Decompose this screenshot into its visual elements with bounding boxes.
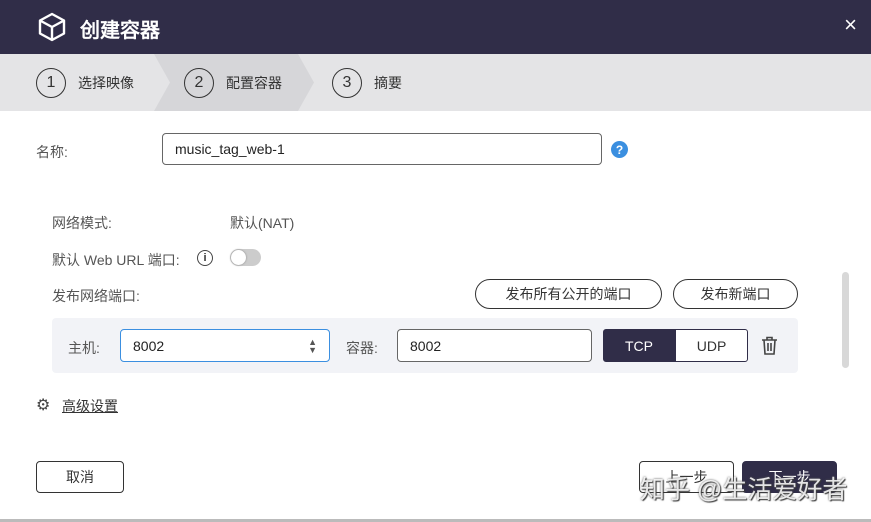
container-label: 容器: bbox=[346, 340, 378, 356]
host-port-input[interactable]: 8002 ▲ ▼ bbox=[120, 329, 330, 362]
web-url-port-label: 默认 Web URL 端口: bbox=[52, 252, 180, 268]
web-url-port-toggle[interactable] bbox=[230, 249, 261, 266]
trash-icon[interactable] bbox=[761, 336, 778, 355]
network-mode-value: 默认(NAT) bbox=[230, 215, 295, 231]
tcp-button[interactable]: TCP bbox=[603, 329, 675, 362]
step-number: 2 bbox=[184, 68, 214, 98]
close-icon[interactable]: × bbox=[844, 12, 857, 38]
container-port-input[interactable]: 8002 bbox=[397, 329, 592, 362]
name-label: 名称: bbox=[36, 144, 68, 160]
publish-ports-label: 发布网络端口: bbox=[52, 288, 140, 304]
step-label: 配置容器 bbox=[226, 74, 282, 91]
dialog-title: 创建容器 bbox=[80, 20, 160, 42]
host-label: 主机: bbox=[68, 340, 100, 356]
info-icon[interactable]: i bbox=[197, 250, 213, 266]
step-number: 1 bbox=[36, 67, 66, 98]
scrollbar[interactable] bbox=[842, 272, 849, 368]
watermark: 知乎 @生活爱好者 bbox=[640, 476, 848, 504]
host-port-value: 8002 bbox=[133, 337, 165, 354]
advanced-settings-link[interactable]: 高级设置 bbox=[62, 396, 118, 416]
step-number: 3 bbox=[332, 67, 362, 98]
gear-icon[interactable]: ⚙ bbox=[36, 395, 50, 415]
publish-all-ports-button[interactable]: 发布所有公开的端口 bbox=[475, 279, 662, 309]
step-summary: 3 摘要 bbox=[332, 54, 402, 111]
help-icon[interactable]: ? bbox=[611, 141, 628, 158]
udp-button[interactable]: UDP bbox=[675, 329, 748, 362]
publish-new-port-button[interactable]: 发布新端口 bbox=[673, 279, 798, 309]
wizard-steps: 1 选择映像 2 配置容器 3 摘要 bbox=[0, 54, 871, 111]
step-select-image: 1 选择映像 bbox=[36, 54, 134, 111]
name-input[interactable]: music_tag_web-1 bbox=[162, 133, 602, 165]
step-label: 选择映像 bbox=[78, 74, 134, 91]
container-cube-icon bbox=[38, 12, 66, 42]
spinner-icon[interactable]: ▲ ▼ bbox=[308, 337, 317, 354]
step-configure-container: 2 配置容器 bbox=[154, 54, 314, 111]
title-bar: 创建容器 × bbox=[0, 0, 871, 54]
network-mode-label: 网络模式: bbox=[52, 215, 112, 231]
cancel-button[interactable]: 取消 bbox=[36, 461, 124, 493]
step-label: 摘要 bbox=[374, 74, 402, 91]
